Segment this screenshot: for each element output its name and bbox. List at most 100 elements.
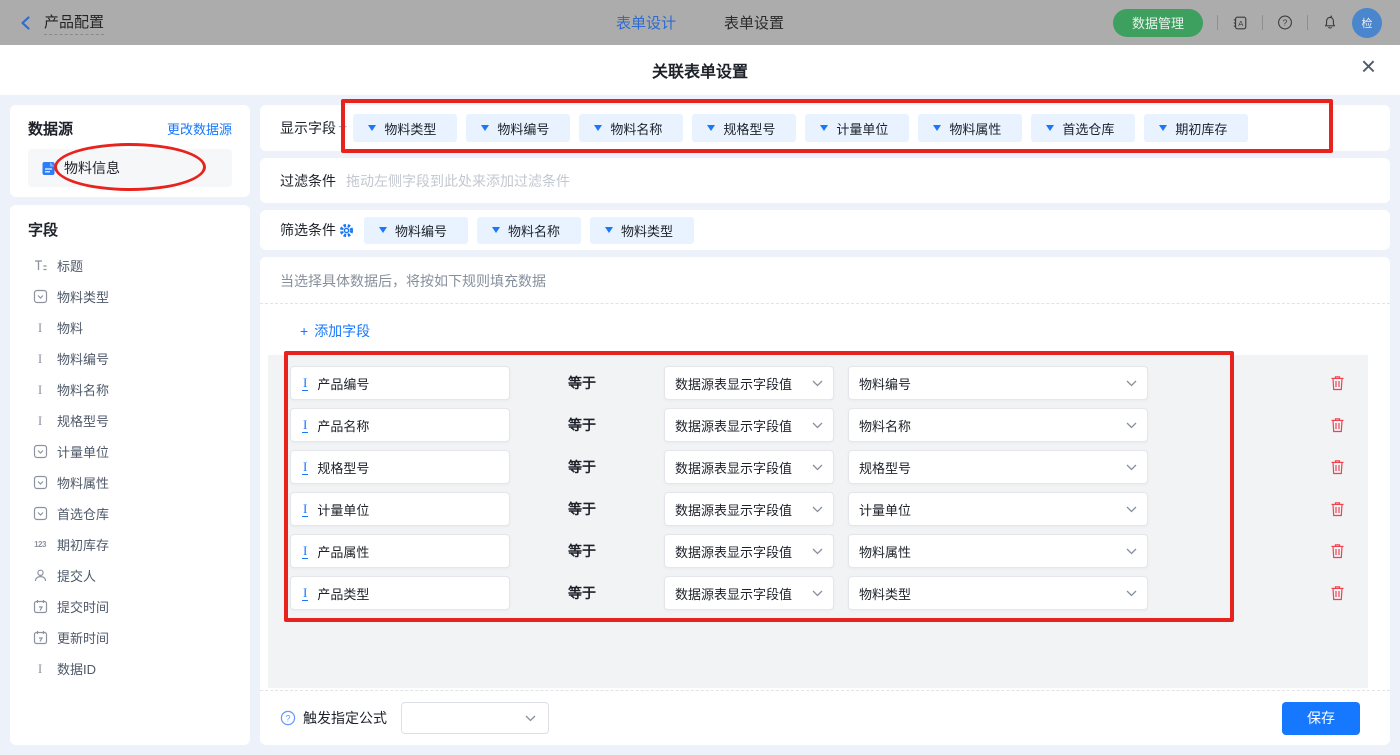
delete-rule-button[interactable] bbox=[1328, 374, 1346, 392]
tag-label: 物料类型 bbox=[621, 221, 673, 240]
screening-field-tag[interactable]: 物料类型 bbox=[590, 217, 694, 244]
app-title[interactable]: 产品配置 bbox=[44, 11, 104, 35]
rule-value-label: 物料属性 bbox=[859, 542, 911, 561]
field-item-material[interactable]: I 物料 bbox=[28, 312, 232, 343]
screening-field-tag[interactable]: 物料编号 bbox=[364, 217, 468, 244]
tag-label: 物料属性 bbox=[949, 119, 1001, 138]
field-item-material-attr[interactable]: 物料属性 bbox=[28, 467, 232, 498]
add-display-field-icon[interactable]: + bbox=[338, 119, 347, 137]
top-bar: 产品配置 表单设计 表单设置 数据管理 A ? bbox=[0, 0, 1400, 45]
rule-source-select[interactable]: 数据源表显示字段值 bbox=[664, 492, 834, 526]
field-item-title[interactable]: 标题 bbox=[28, 250, 232, 281]
display-field-tag[interactable]: 物料属性 bbox=[918, 114, 1022, 142]
field-item-initial-stock[interactable]: 123 期初库存 bbox=[28, 529, 232, 560]
field-item-material-code[interactable]: I 物料编号 bbox=[28, 343, 232, 374]
svg-text:A: A bbox=[1238, 19, 1244, 28]
rule-value-label: 规格型号 bbox=[859, 458, 911, 477]
modal-title: 关联表单设置 bbox=[652, 58, 748, 82]
rule-source-select[interactable]: 数据源表显示字段值 bbox=[664, 366, 834, 400]
rule-target-field[interactable]: I产品属性 bbox=[290, 534, 510, 568]
gear-icon[interactable] bbox=[338, 222, 354, 238]
rule-source-select[interactable]: 数据源表显示字段值 bbox=[664, 534, 834, 568]
rule-target-field[interactable]: I产品类型 bbox=[290, 576, 510, 610]
tag-label: 物料编号 bbox=[395, 221, 447, 240]
rule-source-select[interactable]: 数据源表显示字段值 bbox=[664, 408, 834, 442]
field-item-update-time[interactable]: 更新时间 bbox=[28, 622, 232, 653]
field-item-label: 物料 bbox=[57, 318, 83, 337]
caret-down-icon bbox=[481, 125, 489, 131]
field-item-unit[interactable]: 计量单位 bbox=[28, 436, 232, 467]
tab-form-settings[interactable]: 表单设置 bbox=[724, 12, 784, 33]
data-manage-button[interactable]: 数据管理 bbox=[1113, 9, 1203, 37]
display-field-tag[interactable]: 首选仓库 bbox=[1031, 114, 1135, 142]
display-field-tag[interactable]: 物料名称 bbox=[579, 114, 683, 142]
field-item-material-name[interactable]: I 物料名称 bbox=[28, 374, 232, 405]
rule-source-select[interactable]: 数据源表显示字段值 bbox=[664, 450, 834, 484]
notification-bell-icon[interactable] bbox=[1322, 15, 1338, 31]
delete-rule-button[interactable] bbox=[1328, 584, 1346, 602]
rule-source-value: 数据源表显示字段值 bbox=[675, 500, 792, 519]
chevron-down-icon bbox=[812, 506, 823, 513]
field-item-submit-time[interactable]: 提交时间 bbox=[28, 591, 232, 622]
rule-source-select[interactable]: 数据源表显示字段值 bbox=[664, 576, 834, 610]
delete-rule-button[interactable] bbox=[1328, 458, 1346, 476]
display-field-tag[interactable]: 物料编号 bbox=[466, 114, 570, 142]
text-field-icon: I bbox=[302, 418, 308, 433]
select-field-icon bbox=[32, 444, 48, 460]
help-circle-icon[interactable]: ? bbox=[280, 710, 296, 726]
display-field-tag[interactable]: 期初库存 bbox=[1144, 114, 1248, 142]
rule-target-field[interactable]: I产品编号 bbox=[290, 366, 510, 400]
user-avatar[interactable]: 检 bbox=[1352, 8, 1382, 38]
change-datasource-link[interactable]: 更改数据源 bbox=[167, 119, 232, 138]
delete-rule-button[interactable] bbox=[1328, 416, 1346, 434]
rule-value-select[interactable]: 规格型号 bbox=[848, 450, 1148, 484]
rule-source-value: 数据源表显示字段值 bbox=[675, 374, 792, 393]
save-button[interactable]: 保存 bbox=[1282, 702, 1360, 735]
field-item-label: 物料名称 bbox=[57, 380, 109, 399]
fields-list: 标题 物料类型 I 物料 I 物料编号 I 物 bbox=[28, 250, 232, 684]
text-field-icon: I bbox=[302, 544, 308, 559]
field-item-spec-model[interactable]: I 规格型号 bbox=[28, 405, 232, 436]
help-icon[interactable]: ? bbox=[1277, 15, 1293, 31]
fill-rules-hint: 当选择具体数据后，将按如下规则填充数据 bbox=[260, 257, 1390, 303]
rule-target-field[interactable]: I计量单位 bbox=[290, 492, 510, 526]
rule-value-select[interactable]: 物料属性 bbox=[848, 534, 1148, 568]
tab-form-design[interactable]: 表单设计 bbox=[616, 12, 676, 33]
delete-rule-button[interactable] bbox=[1328, 500, 1346, 518]
field-item-label: 首选仓库 bbox=[57, 504, 109, 523]
modal-body: 数据源 更改数据源 物料信息 字段 bbox=[0, 95, 1400, 755]
formula-select[interactable] bbox=[401, 702, 549, 734]
field-item-submitter[interactable]: 提交人 bbox=[28, 560, 232, 591]
display-field-tag[interactable]: 规格型号 bbox=[692, 114, 796, 142]
rule-row: I产品名称 等于 数据源表显示字段值 物料名称 bbox=[290, 408, 1368, 442]
close-icon[interactable]: × bbox=[1361, 53, 1376, 79]
screening-field-tag[interactable]: 物料名称 bbox=[477, 217, 581, 244]
datasource-item[interactable]: 物料信息 bbox=[28, 149, 232, 187]
trash-icon bbox=[1329, 501, 1346, 518]
rule-target-field[interactable]: I产品名称 bbox=[290, 408, 510, 442]
rule-operator: 等于 bbox=[568, 457, 598, 477]
rule-value-label: 物料名称 bbox=[859, 416, 911, 435]
display-field-tag[interactable]: 计量单位 bbox=[805, 114, 909, 142]
fill-rules-panel: 当选择具体数据后，将按如下规则填充数据 + 添加字段 I产品编号 等于 数据源表… bbox=[260, 257, 1390, 745]
rule-source-value: 数据源表显示字段值 bbox=[675, 416, 792, 435]
rule-value-select[interactable]: 物料编号 bbox=[848, 366, 1148, 400]
field-item-material-type[interactable]: 物料类型 bbox=[28, 281, 232, 312]
field-item-data-id[interactable]: I 数据ID bbox=[28, 653, 232, 684]
field-item-label: 提交人 bbox=[57, 566, 96, 585]
rule-value-select[interactable]: 物料名称 bbox=[848, 408, 1148, 442]
rule-value-select[interactable]: 物料类型 bbox=[848, 576, 1148, 610]
display-field-tag[interactable]: 物料类型 bbox=[353, 114, 457, 142]
delete-rule-button[interactable] bbox=[1328, 542, 1346, 560]
rule-field-label: 计量单位 bbox=[317, 500, 369, 519]
select-field-icon bbox=[32, 506, 48, 522]
rule-target-field[interactable]: I规格型号 bbox=[290, 450, 510, 484]
filter-conditions-row[interactable]: 过滤条件 拖动左侧字段到此处来添加过滤条件 bbox=[260, 158, 1390, 203]
field-item-preferred-warehouse[interactable]: 首选仓库 bbox=[28, 498, 232, 529]
back-icon[interactable] bbox=[18, 15, 34, 31]
rule-value-select[interactable]: 计量单位 bbox=[848, 492, 1148, 526]
chevron-down-icon bbox=[1126, 506, 1137, 513]
chevron-down-icon bbox=[525, 715, 536, 722]
add-field-button[interactable]: + 添加字段 bbox=[300, 321, 370, 341]
contacts-icon[interactable]: A bbox=[1232, 15, 1248, 31]
